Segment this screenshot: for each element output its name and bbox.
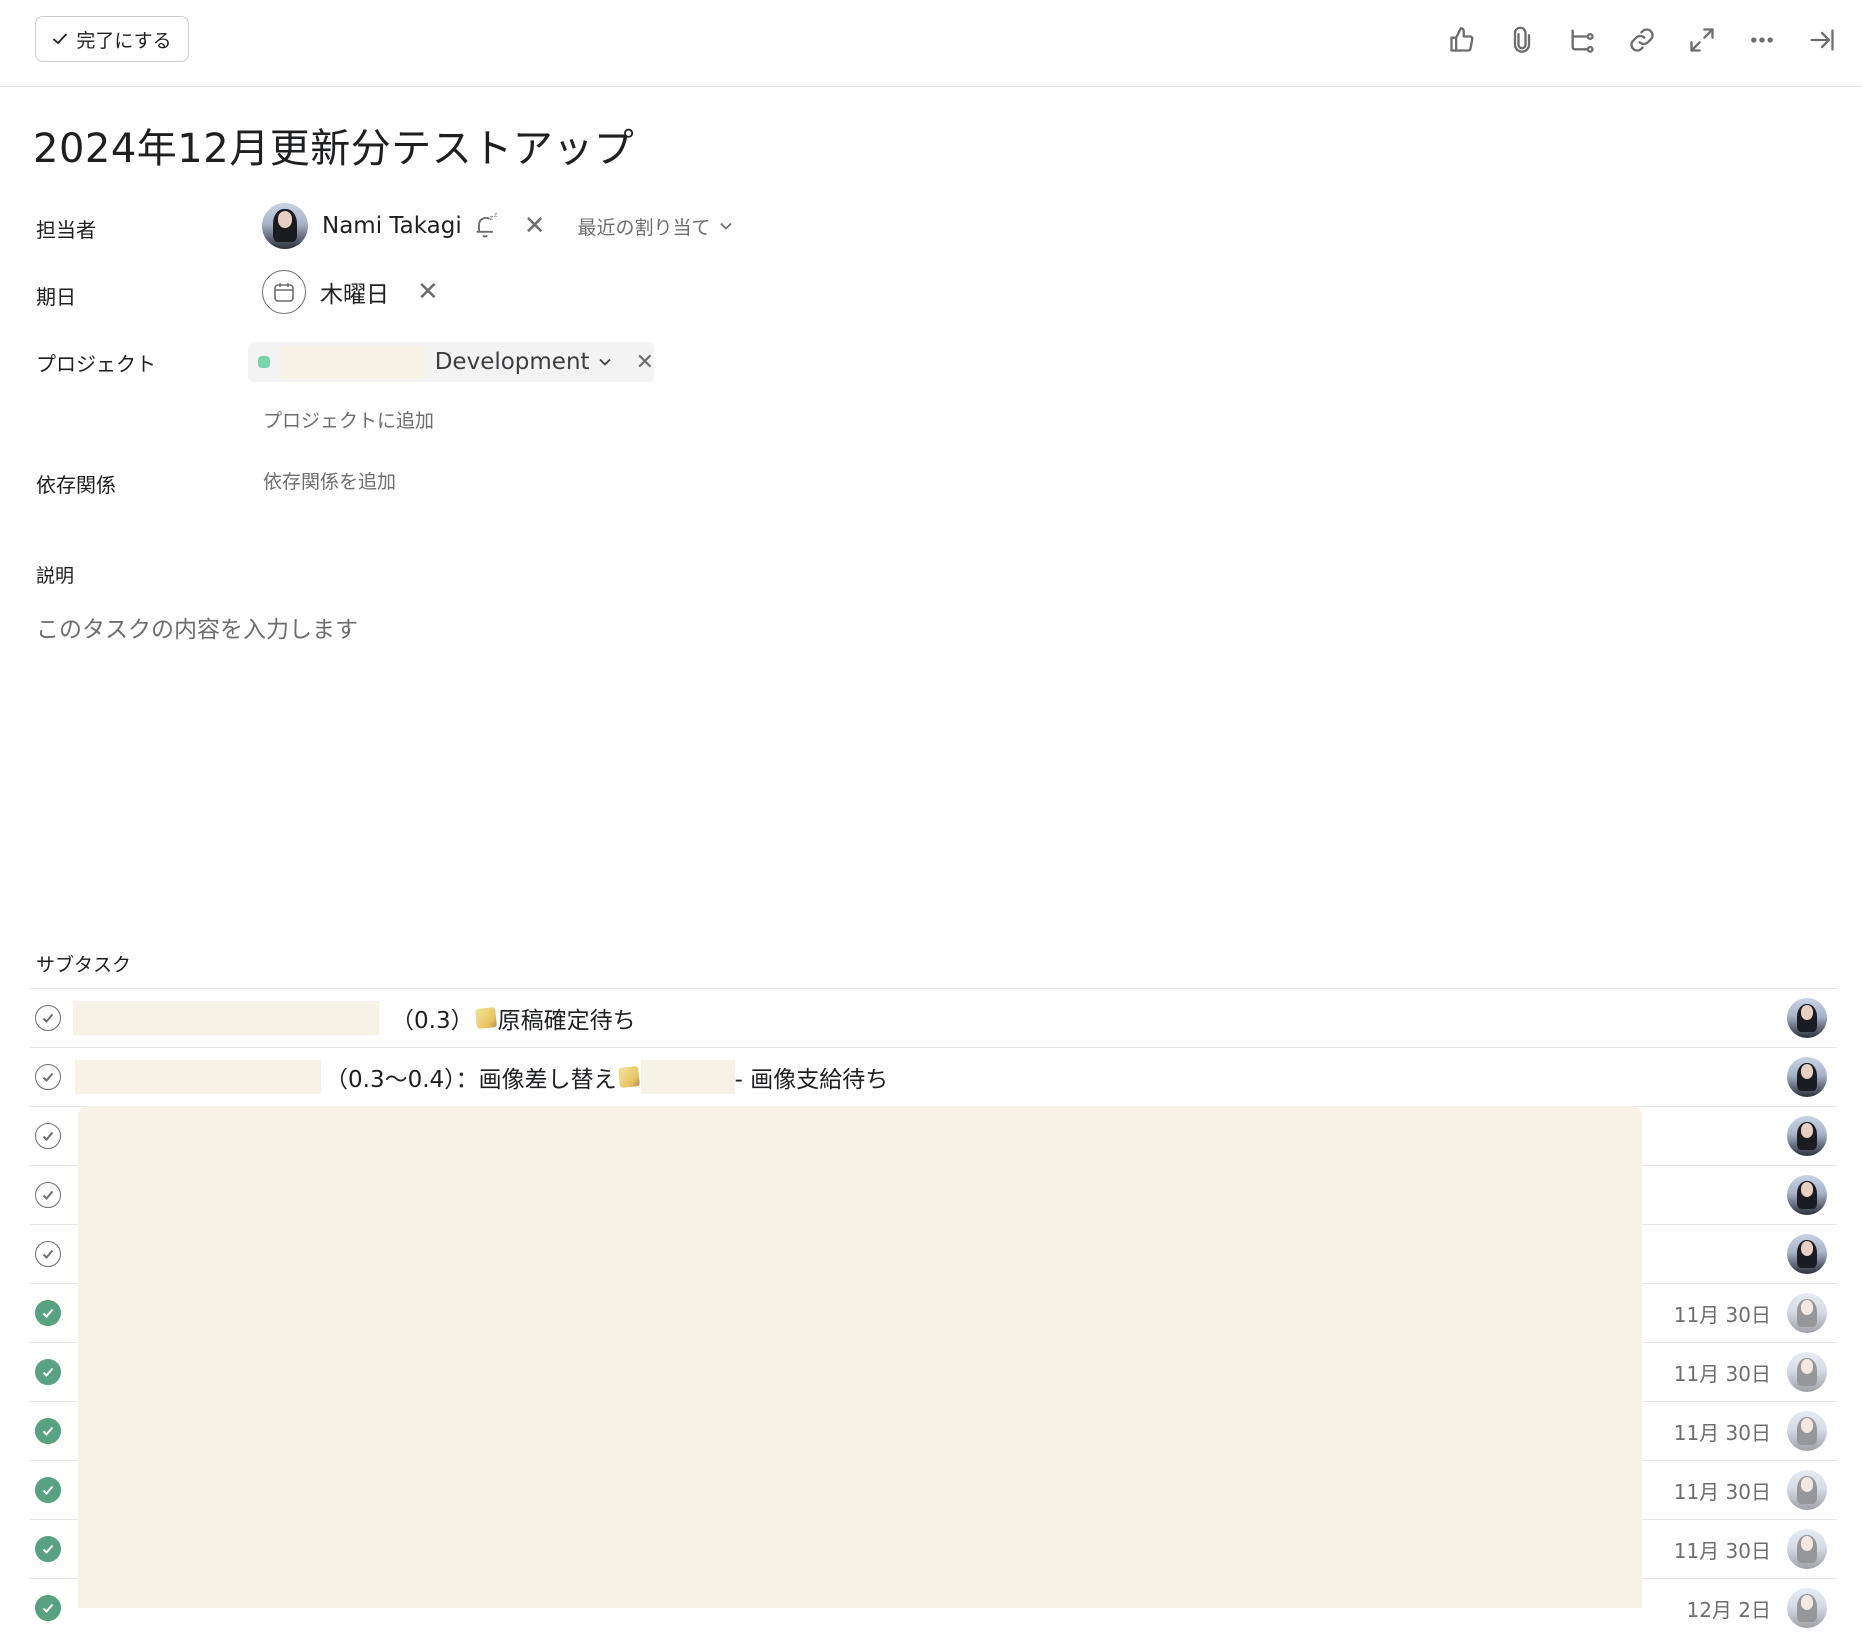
close-panel-icon[interactable] [1802, 20, 1842, 60]
subtask-meta: 12月 2日 [1686, 1579, 1827, 1637]
complete-subtask-checkbox[interactable] [35, 1182, 61, 1208]
completed-subtask-checkbox[interactable] [35, 1300, 61, 1326]
expand-icon[interactable] [1682, 20, 1722, 60]
avatar[interactable] [1787, 1529, 1827, 1569]
subtask-text: （0.3〜0.4）：画像差し替え [325, 1067, 617, 1093]
list-item[interactable]: （0.3〜0.4）：画像差し替え - 画像支給待ち [29, 1047, 1837, 1106]
toolbar-actions [1442, 20, 1842, 60]
subtask-tail: 原稿確定待ち [497, 1008, 636, 1034]
avatar[interactable] [1787, 1411, 1827, 1451]
check-icon [53, 33, 68, 45]
completed-subtask-checkbox[interactable] [35, 1359, 61, 1385]
assignee-name[interactable]: Nami Takagi [322, 213, 462, 239]
avatar[interactable] [1787, 1588, 1827, 1628]
subtask-meta [1771, 1048, 1827, 1106]
subtask-meta: 11月 30日 [1674, 1461, 1827, 1519]
svg-text:z: z [494, 213, 497, 219]
subtask-text: （0.3） [391, 1008, 474, 1034]
mark-complete-button[interactable]: 完了にする [35, 16, 189, 62]
redacted-text [75, 1060, 321, 1094]
subtask-date: 11月 30日 [1673, 1479, 1771, 1504]
svg-text:z: z [489, 214, 493, 222]
completed-subtask-checkbox[interactable] [35, 1595, 61, 1621]
memo-icon [474, 1007, 497, 1029]
subtask-title: （0.3） 原稿確定待ち [73, 1001, 636, 1035]
completed-subtask-checkbox[interactable] [35, 1418, 61, 1444]
complete-subtask-checkbox[interactable] [35, 1064, 61, 1090]
add-to-project-link[interactable]: プロジェクトに追加 [263, 406, 434, 433]
project-name: Development [434, 349, 590, 375]
subtask-meta: 11月 30日 [1674, 1343, 1827, 1401]
avatar[interactable] [1787, 1175, 1827, 1215]
clear-due-date-button[interactable]: ✕ [417, 277, 439, 307]
subtask-meta: 11月 30日 [1674, 1520, 1827, 1578]
project-dropdown[interactable]: Development [435, 349, 612, 375]
due-date-field[interactable]: 木曜日 ✕ [262, 269, 439, 315]
recent-assignments-dropdown[interactable]: 最近の割り当て [578, 213, 733, 240]
subtasks-label: サブタスク [36, 954, 132, 976]
add-dependency-link[interactable]: 依存関係を追加 [263, 467, 396, 494]
project-pill[interactable]: Development ✕ [248, 342, 654, 382]
mark-complete-label: 完了にする [76, 29, 172, 52]
more-icon[interactable] [1742, 20, 1782, 60]
subtask-date: 11月 30日 [1673, 1361, 1771, 1386]
thumbs-up-icon[interactable] [1442, 20, 1482, 60]
link-icon[interactable] [1622, 20, 1662, 60]
subtask-tail: - 画像支給待ち [734, 1067, 889, 1093]
chevron-down-icon [598, 358, 611, 366]
subtask-meta [1771, 1107, 1827, 1165]
redacted-project-prefix [279, 346, 425, 378]
completed-subtask-checkbox[interactable] [35, 1477, 61, 1503]
chevron-down-icon [719, 222, 732, 230]
snooze-bell-icon: zz [476, 213, 497, 238]
assignee-label: 担当者 [36, 218, 96, 242]
memo-icon [617, 1066, 640, 1088]
completed-subtask-checkbox[interactable] [35, 1536, 61, 1562]
subtask-date: 11月 30日 [1673, 1302, 1771, 1327]
avatar[interactable] [1787, 1234, 1827, 1274]
attachment-icon[interactable] [1502, 20, 1542, 60]
redacted-text [640, 1060, 735, 1094]
complete-subtask-checkbox[interactable] [35, 1241, 61, 1267]
avatar[interactable] [1787, 998, 1827, 1038]
dependencies-label: 依存関係 [36, 473, 116, 497]
redacted-text [73, 1001, 379, 1035]
subtask-meta [1771, 989, 1827, 1047]
avatar[interactable] [1787, 1057, 1827, 1097]
subtask-title: （0.3〜0.4）：画像差し替え - 画像支給待ち [75, 1060, 888, 1094]
project-label: プロジェクト [36, 352, 156, 376]
avatar[interactable] [1787, 1470, 1827, 1510]
assignee-field[interactable]: Nami Takagi zz ✕ 最近の割り当て [262, 203, 733, 249]
subtask-meta: 11月 30日 [1674, 1284, 1827, 1342]
subtask-icon[interactable] [1562, 20, 1602, 60]
complete-subtask-checkbox[interactable] [35, 1005, 61, 1031]
due-date-label: 期日 [36, 285, 76, 309]
avatar[interactable] [1787, 1116, 1827, 1156]
list-item[interactable]: （0.3） 原稿確定待ち [29, 988, 1837, 1047]
recent-assignments-label: 最近の割り当て [577, 216, 711, 239]
description-label: 説明 [36, 565, 75, 587]
subtask-date: 11月 30日 [1673, 1420, 1771, 1445]
task-toolbar: 完了にする [0, 0, 1862, 87]
subtask-meta [1771, 1166, 1827, 1224]
subtask-meta: 11月 30日 [1674, 1402, 1827, 1460]
subtask-date: 12月 2日 [1686, 1597, 1771, 1622]
avatar[interactable] [1787, 1293, 1827, 1333]
description-input[interactable]: このタスクの内容を入力します [36, 610, 358, 644]
avatar[interactable] [1787, 1352, 1827, 1392]
complete-subtask-checkbox[interactable] [35, 1123, 61, 1149]
due-date-value[interactable]: 木曜日 [320, 275, 389, 309]
avatar [262, 203, 308, 249]
remove-project-button[interactable]: ✕ [636, 350, 654, 375]
calendar-icon [262, 270, 306, 314]
project-color-dot [258, 356, 270, 368]
subtask-meta [1771, 1225, 1827, 1283]
redacted-area [78, 1106, 1642, 1608]
remove-assignee-button[interactable]: ✕ [524, 211, 546, 241]
subtask-date: 11月 30日 [1673, 1538, 1771, 1563]
task-title[interactable]: 2024年12月更新分テストアップ [33, 116, 634, 174]
